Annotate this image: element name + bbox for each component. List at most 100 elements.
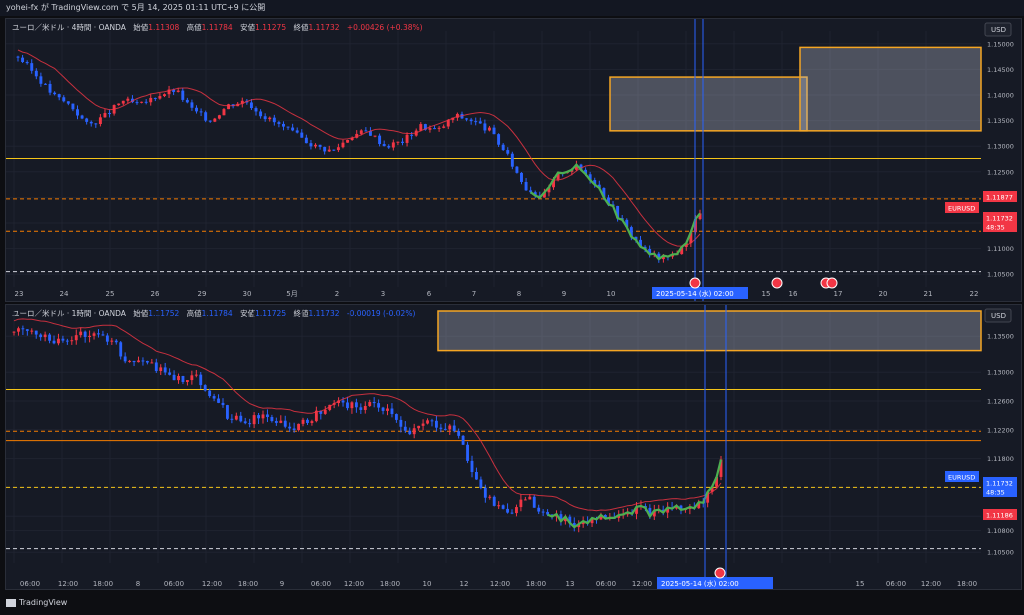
candle-body [401,141,404,143]
time-tick-label: 20 [879,290,888,298]
candle-body [181,90,185,100]
candle-body [537,507,541,512]
candle-body [377,403,381,408]
time-tick-label: 29 [198,290,207,298]
candle-body [76,109,79,116]
candle-body [248,423,252,425]
candle-body [217,115,221,119]
candle-body [519,499,523,508]
time-tick-label: 12:00 [344,580,364,588]
candle-body [306,419,309,423]
candle-body [110,340,114,342]
candle-body [185,99,189,103]
candle-body [520,172,523,182]
chart-pane-1h[interactable]: ユーロ／米ドル · 1時間 · OANDA 始値1.11752 高値1.1178… [5,304,1022,590]
candle-body [65,340,69,342]
candle-body [153,97,157,99]
time-tick-label: 21 [924,290,933,298]
candle-body [286,126,290,128]
candle-body [466,444,469,461]
price-tick-label: 1.14500 [987,66,1014,74]
supply-zone [799,46,982,132]
candle-body [150,362,154,364]
candle-body [121,100,125,104]
chart-canvas-1h[interactable]: 1.135001.130001.126001.122001.118001.114… [6,305,1021,589]
candle-body [181,375,185,382]
candle-body [396,141,400,143]
candle-body [474,121,478,123]
candle-body [410,134,414,136]
chart-canvas-4h[interactable]: 1.15000 1.14500 1.14000 1.13500 1.13000 1.125… [6,19,1021,301]
price-badge-label: 1.11186 [986,512,1013,520]
candle-body [39,334,43,338]
candle-body [323,146,327,152]
candle-body [304,137,308,144]
candle-body [123,356,127,362]
candle-body [292,428,296,431]
candle-body [194,374,198,376]
candle-body [128,360,132,362]
candle-body [97,333,100,335]
candle-body [437,127,441,129]
time-tick-label: 18:00 [957,580,977,588]
time-tick-label: 12:00 [921,580,941,588]
candle-body [263,116,267,120]
candle-body [61,338,65,341]
time-tick-label: 06:00 [311,580,331,588]
candle-body [452,425,456,432]
candle-body [341,142,345,148]
candle-body [272,117,276,123]
price-tick-label: 1.13000 [987,143,1014,151]
candle-body [382,144,386,147]
time-tick-label: 18:00 [93,580,113,588]
candle-body [48,83,52,93]
candle-body [430,420,434,422]
candle-body [252,415,256,425]
candle-body [105,335,109,342]
candle-body [48,334,51,341]
candle-body [442,126,446,128]
time-tick-label: 2 [335,290,339,298]
candle-body [212,396,216,399]
candle-body [465,118,469,120]
candle-body [39,76,43,84]
candle-body [80,115,84,119]
candle-body [448,425,452,430]
candle-body [487,127,491,131]
candle-body [17,328,20,332]
candle-body [92,333,96,336]
candle-body [21,57,25,63]
candle-body [74,335,78,341]
supply-zone [609,76,808,132]
time-tick-label: 3 [381,290,385,298]
candle-body [43,334,47,338]
time-tick-label: 8 [517,290,521,298]
candle-body [21,328,25,330]
candle-body [137,360,140,363]
candle-body [381,407,385,411]
candle-body [66,101,70,104]
footer-brand: TradingView [6,598,67,607]
candle-body [25,62,29,64]
candle-body [510,153,514,167]
price-tick-label: 1.12600 [987,398,1014,406]
candle-body [428,128,432,130]
chart-pane-4h[interactable]: ユーロ／米ドル · 4時間 · OANDA 始値1.11308 高値1.1178… [5,18,1022,302]
candle-body [159,367,163,372]
candle-body [314,144,317,147]
candle-body [336,147,340,151]
candle-body [403,426,407,431]
time-tick-label: 24 [60,290,69,298]
candle-body [506,150,510,154]
candle-body [408,430,412,435]
candle-body [297,423,301,431]
price-badge-label: 48:35 [986,489,1005,497]
candle-body [497,134,501,145]
candle-body [213,118,217,122]
candle-body [492,127,496,135]
candle-body [190,102,194,108]
candle-body [190,375,194,381]
candle-body [528,496,532,500]
candle-body [412,428,416,435]
candle-body [501,144,505,151]
